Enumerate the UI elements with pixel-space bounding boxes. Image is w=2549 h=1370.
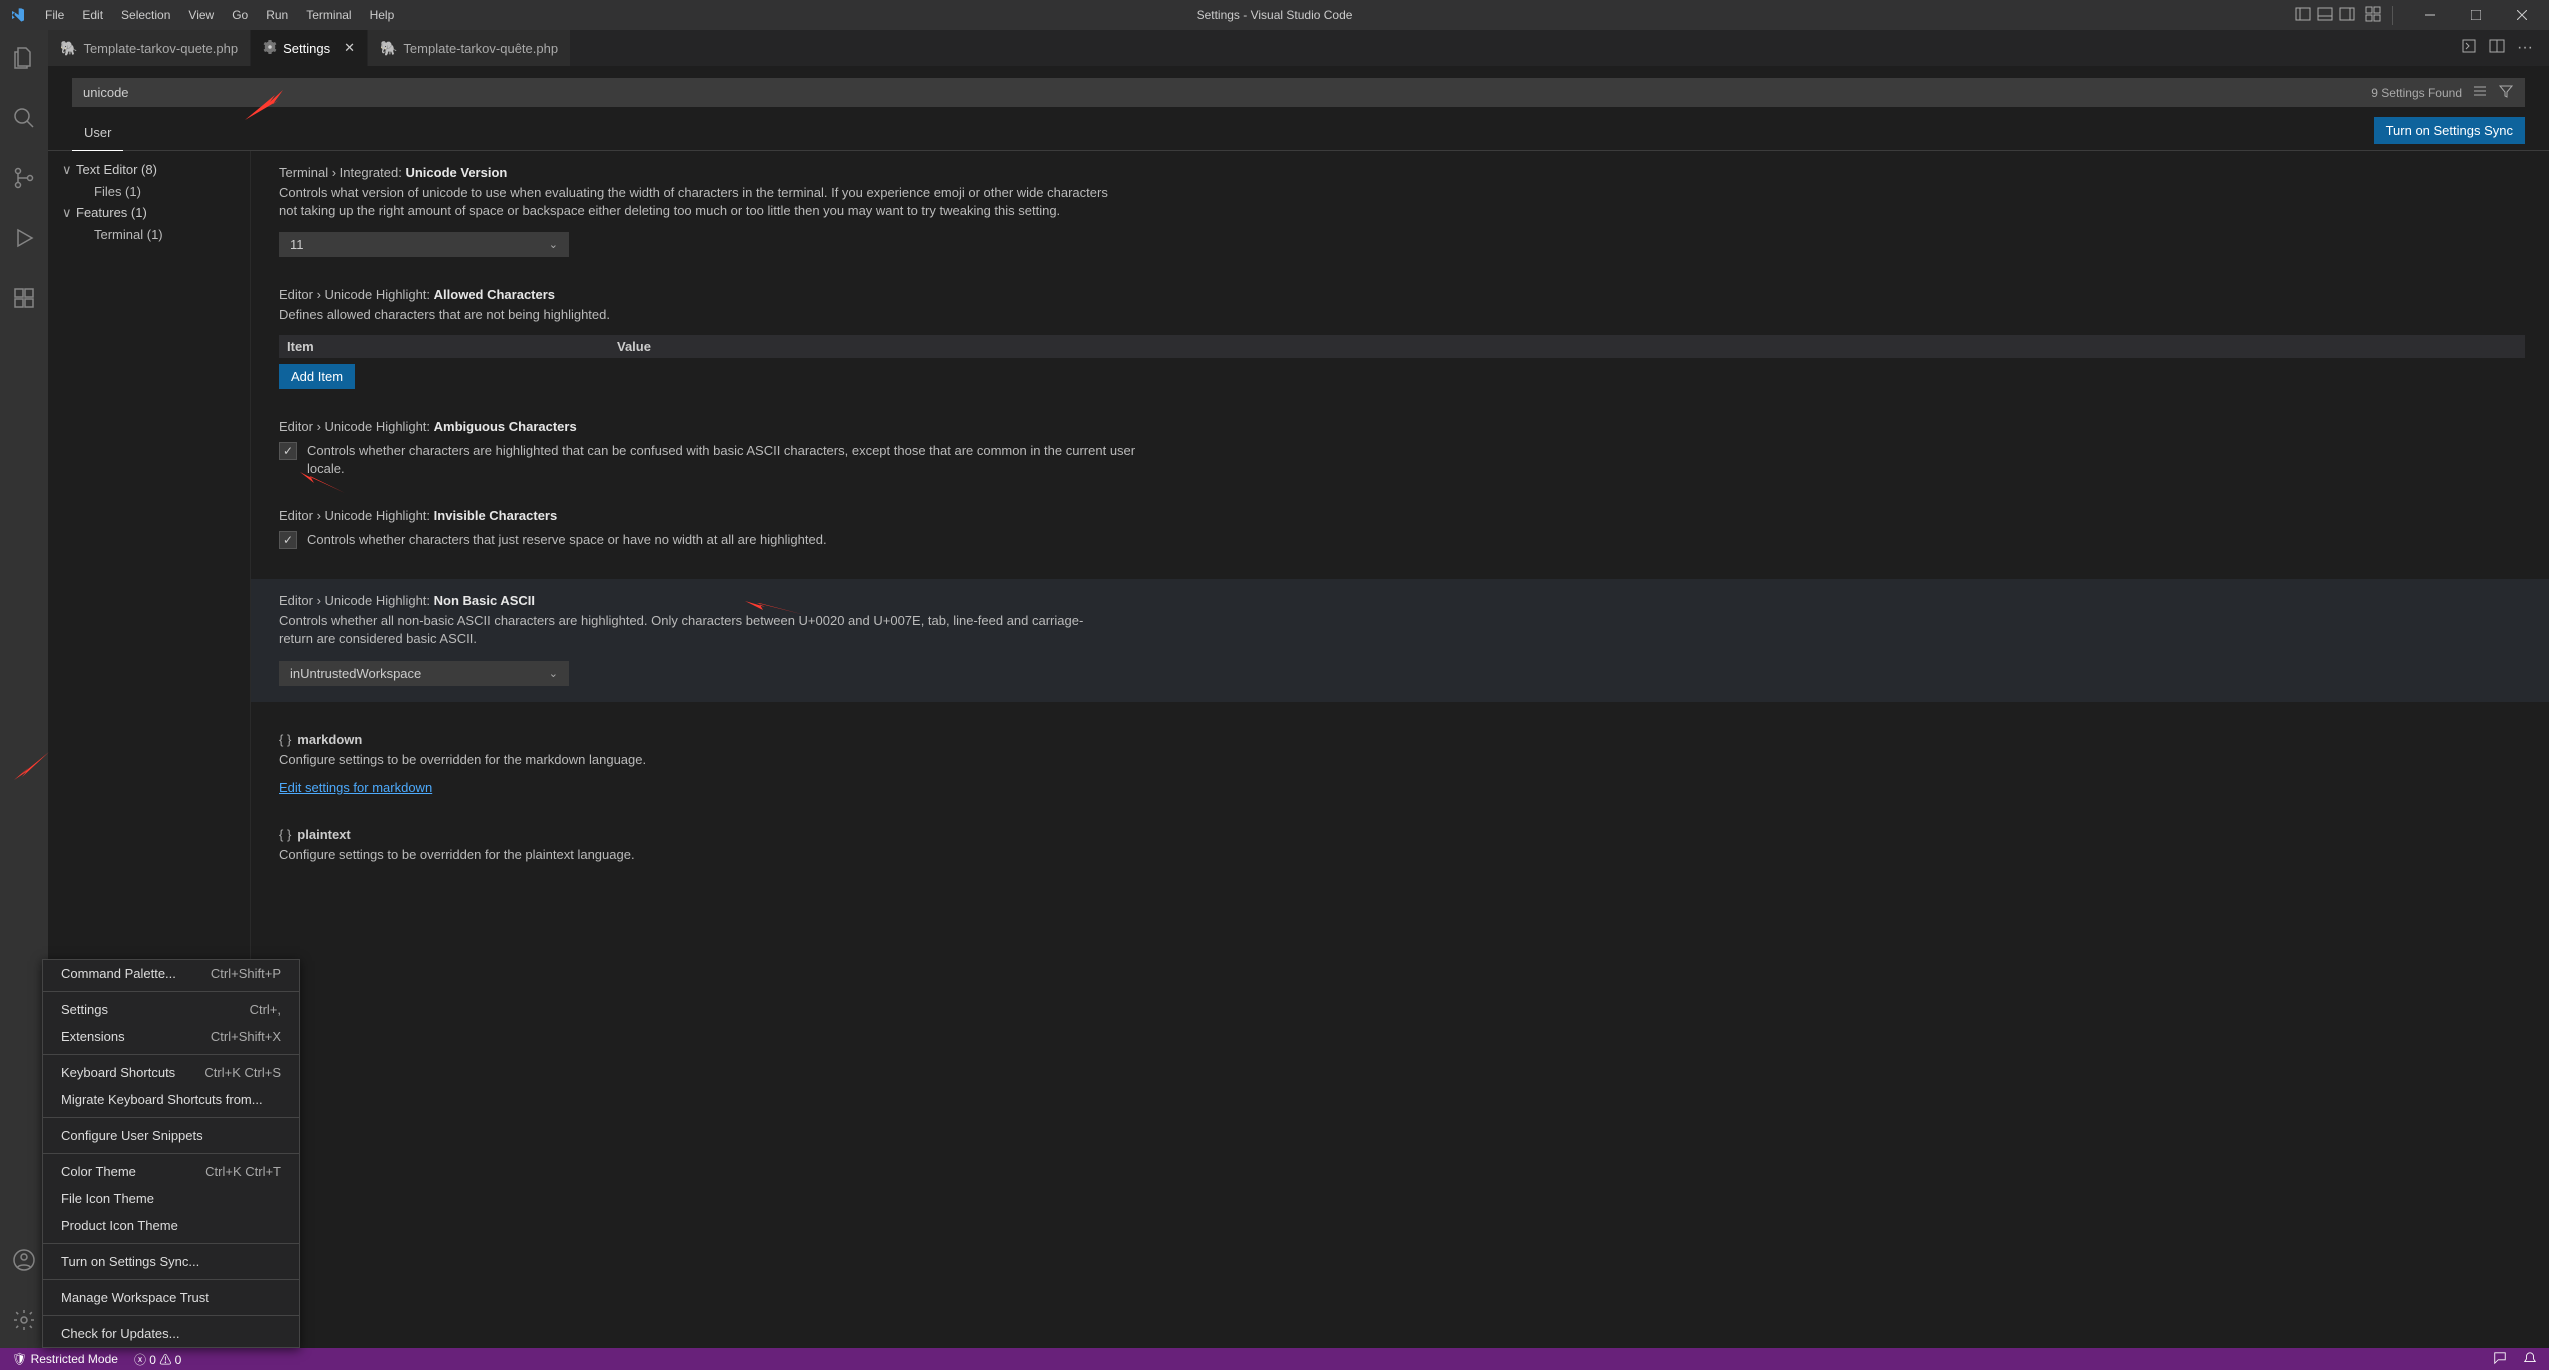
menu-view[interactable]: View bbox=[179, 0, 223, 30]
menu-run[interactable]: Run bbox=[257, 0, 297, 30]
annotation-arrow-icon bbox=[745, 595, 805, 625]
unicode-version-select[interactable]: 11⌄ bbox=[279, 232, 569, 257]
maximize-button[interactable] bbox=[2453, 0, 2499, 30]
chevron-down-icon: ⌄ bbox=[549, 238, 558, 251]
menu-check-updates[interactable]: Check for Updates... bbox=[43, 1320, 299, 1347]
annotation-arrow-icon bbox=[300, 468, 345, 498]
status-bell-icon[interactable] bbox=[2523, 1351, 2537, 1368]
menu-migrate-shortcuts[interactable]: Migrate Keyboard Shortcuts from... bbox=[43, 1086, 299, 1113]
clear-search-icon[interactable] bbox=[2472, 83, 2488, 102]
menu-settings[interactable]: SettingsCtrl+, bbox=[43, 996, 299, 1023]
settings-icon bbox=[263, 40, 277, 57]
menu-workspace-trust[interactable]: Manage Workspace Trust bbox=[43, 1284, 299, 1311]
menu-selection[interactable]: Selection bbox=[112, 0, 179, 30]
close-icon[interactable]: ✕ bbox=[344, 40, 355, 56]
more-actions-icon[interactable]: ··· bbox=[2517, 39, 2533, 57]
add-item-button[interactable]: Add Item bbox=[279, 364, 355, 389]
setting-ambiguous-characters: Editor › Unicode Highlight: Ambiguous Ch… bbox=[279, 419, 2525, 478]
open-changes-icon[interactable] bbox=[2461, 38, 2477, 59]
settings-found-count: 9 Settings Found bbox=[2371, 86, 2462, 100]
tab-file-1[interactable]: 🐘 Template-tarkov-quete.php bbox=[48, 30, 251, 66]
toc-text-editor[interactable]: ∨Text Editor (8) bbox=[62, 159, 250, 181]
minimize-button[interactable] bbox=[2407, 0, 2453, 30]
manage-gear-icon[interactable] bbox=[0, 1300, 48, 1340]
accounts-icon[interactable] bbox=[0, 1240, 48, 1280]
editor-tabs: 🐘 Template-tarkov-quete.php Settings ✕ 🐘… bbox=[48, 30, 2549, 66]
edit-markdown-link[interactable]: Edit settings for markdown bbox=[279, 780, 432, 795]
annotation-arrow-icon bbox=[245, 90, 285, 125]
braces-icon: { } bbox=[279, 827, 291, 842]
setting-allowed-characters: Editor › Unicode Highlight: Allowed Char… bbox=[279, 287, 2525, 388]
menu-go[interactable]: Go bbox=[223, 0, 257, 30]
window-title: Settings - Visual Studio Code bbox=[1197, 8, 1353, 22]
activity-bar bbox=[0, 30, 48, 1348]
menu-help[interactable]: Help bbox=[361, 0, 404, 30]
setting-language-markdown: { } markdown Configure settings to be ov… bbox=[279, 732, 2525, 797]
php-icon: 🐘 bbox=[380, 40, 397, 57]
annotation-arrow-icon bbox=[14, 752, 49, 787]
ambiguous-checkbox[interactable]: ✓ bbox=[279, 442, 297, 460]
settings-sync-button[interactable]: Turn on Settings Sync bbox=[2374, 117, 2525, 144]
scope-tab-user[interactable]: User bbox=[72, 117, 123, 151]
toc-features[interactable]: ∨Features (1) bbox=[62, 202, 250, 224]
php-icon: 🐘 bbox=[60, 40, 77, 57]
tab-file-2[interactable]: 🐘 Template-tarkov-quête.php bbox=[368, 30, 571, 66]
setting-invisible-characters: Editor › Unicode Highlight: Invisible Ch… bbox=[279, 508, 2525, 549]
run-debug-icon[interactable] bbox=[0, 218, 48, 258]
menubar: File Edit Selection View Go Run Terminal… bbox=[36, 0, 403, 30]
menu-keyboard-shortcuts[interactable]: Keyboard ShortcutsCtrl+K Ctrl+S bbox=[43, 1059, 299, 1086]
layout-sidebar-left-icon[interactable] bbox=[2292, 6, 2314, 25]
toc-terminal[interactable]: Terminal (1) bbox=[62, 224, 250, 245]
menu-settings-sync[interactable]: Turn on Settings Sync... bbox=[43, 1248, 299, 1275]
menu-file-icon-theme[interactable]: File Icon Theme bbox=[43, 1185, 299, 1212]
explorer-icon[interactable] bbox=[0, 38, 48, 78]
close-button[interactable] bbox=[2499, 0, 2545, 30]
status-problems[interactable]: ⓧ 0 ⚠ 0 bbox=[134, 1351, 181, 1368]
tab-label: Settings bbox=[283, 41, 330, 56]
split-editor-icon[interactable] bbox=[2489, 38, 2505, 59]
menu-color-theme[interactable]: Color ThemeCtrl+K Ctrl+T bbox=[43, 1158, 299, 1185]
chevron-down-icon: ⌄ bbox=[549, 667, 558, 680]
menu-edit[interactable]: Edit bbox=[73, 0, 112, 30]
vscode-logo-icon bbox=[0, 7, 36, 23]
menu-command-palette[interactable]: Command Palette...Ctrl+Shift+P bbox=[43, 960, 299, 987]
layout-panel-icon[interactable] bbox=[2314, 6, 2336, 25]
braces-icon: { } bbox=[279, 732, 291, 747]
customize-layout-icon[interactable] bbox=[2362, 6, 2384, 25]
status-restricted-mode[interactable]: 🛡 Restricted Mode bbox=[12, 1352, 118, 1366]
search-input[interactable] bbox=[83, 85, 2371, 100]
extensions-icon[interactable] bbox=[0, 278, 48, 318]
setting-language-plaintext: { } plaintext Configure settings to be o… bbox=[279, 827, 2525, 864]
menu-file[interactable]: File bbox=[36, 0, 73, 30]
manage-context-menu: Command Palette...Ctrl+Shift+P SettingsC… bbox=[42, 959, 300, 1348]
settings-search[interactable]: 9 Settings Found bbox=[72, 78, 2525, 107]
invisible-checkbox[interactable]: ✓ bbox=[279, 531, 297, 549]
toc-files[interactable]: Files (1) bbox=[62, 181, 250, 202]
non-basic-ascii-select[interactable]: inUntrustedWorkspace⌄ bbox=[279, 661, 569, 686]
menu-user-snippets[interactable]: Configure User Snippets bbox=[43, 1122, 299, 1149]
status-bar: 🛡 Restricted Mode ⓧ 0 ⚠ 0 bbox=[0, 1348, 2549, 1370]
menu-terminal[interactable]: Terminal bbox=[297, 0, 360, 30]
source-control-icon[interactable] bbox=[0, 158, 48, 198]
tab-settings[interactable]: Settings ✕ bbox=[251, 30, 368, 66]
tab-label: Template-tarkov-quete.php bbox=[83, 41, 238, 56]
setting-unicode-version: Terminal › Integrated: Unicode Version C… bbox=[279, 165, 2525, 257]
menu-product-icon-theme[interactable]: Product Icon Theme bbox=[43, 1212, 299, 1239]
layout-sidebar-right-icon[interactable] bbox=[2336, 6, 2358, 25]
filter-icon[interactable] bbox=[2498, 83, 2514, 102]
setting-non-basic-ascii: Editor › Unicode Highlight: Non Basic AS… bbox=[251, 579, 2549, 701]
status-feedback-icon[interactable] bbox=[2493, 1351, 2507, 1368]
menu-extensions[interactable]: ExtensionsCtrl+Shift+X bbox=[43, 1023, 299, 1050]
tab-label: Template-tarkov-quête.php bbox=[403, 41, 558, 56]
search-icon[interactable] bbox=[0, 98, 48, 138]
